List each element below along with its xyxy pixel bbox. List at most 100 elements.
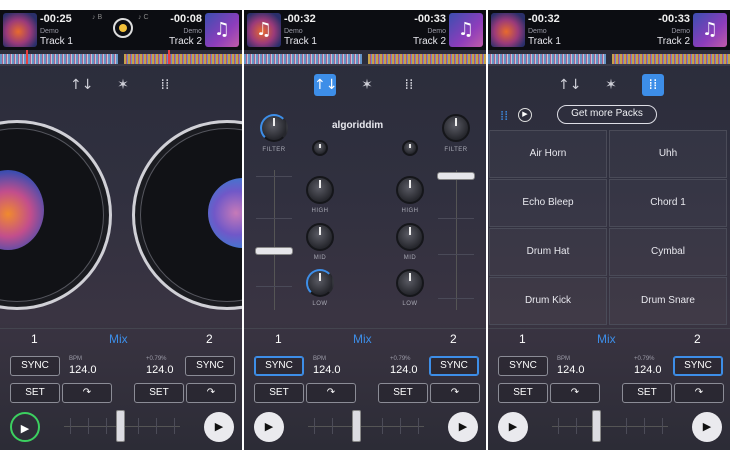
deck-2-time: -00:33 (414, 13, 446, 25)
volume-fader-deck-1[interactable] (256, 248, 292, 254)
track-2-artwork[interactable]: ♫ (449, 13, 483, 47)
cue-arrow-icon[interactable]: ↷ (186, 383, 236, 403)
sampler-pad[interactable]: Air Horn (489, 130, 607, 178)
bpm-value-deck-2[interactable]: 124.0 (146, 364, 174, 376)
set-cue-button-deck-2[interactable]: SET (134, 383, 184, 403)
cue-arrow-icon[interactable]: ↷ (674, 383, 724, 403)
play-icon[interactable]: ▶ (204, 412, 234, 442)
sync-button-deck-1[interactable]: SYNC (254, 356, 304, 376)
mix-label[interactable]: Mix (353, 332, 372, 346)
track-2-artwork[interactable]: ♫ (693, 13, 727, 47)
crossfader-tick (418, 418, 419, 434)
crossfader-handle[interactable] (352, 410, 361, 442)
waveform-deck-2[interactable] (124, 54, 242, 64)
set-cue-button-deck-1[interactable]: SET (10, 383, 60, 403)
bpm-label-deck-1: BPM (313, 356, 327, 362)
cue-arrow-icon[interactable]: ↷ (550, 383, 600, 403)
deck-1-time: -00:32 (528, 13, 560, 25)
deck-2-track: Track 2 (169, 36, 202, 47)
play-icon[interactable]: ▶ (448, 412, 478, 442)
bpm-value-deck-1[interactable]: 124.0 (69, 364, 97, 376)
set-cue-button-deck-2[interactable]: SET (378, 383, 428, 403)
crossfader-tick (382, 418, 383, 434)
high-knob-deck-2[interactable] (396, 176, 424, 204)
bpm-value-deck-2[interactable]: 124.0 (390, 364, 418, 376)
sync-button-deck-2[interactable]: SYNC (673, 356, 723, 376)
waveform-fx-icon[interactable]: ✶ (600, 74, 622, 96)
record-dot-icon[interactable] (113, 18, 133, 38)
eq-sliders-icon[interactable]: ↑↓ (314, 74, 337, 96)
sampler-pad[interactable]: Drum Snare (609, 277, 727, 325)
sync-button-deck-1[interactable]: SYNC (498, 356, 548, 376)
sync-button-deck-1[interactable]: SYNC (10, 356, 60, 376)
crossfader-tick (626, 418, 627, 434)
sampler-pad[interactable]: Echo Bleep (489, 179, 607, 227)
track-1-artwork[interactable]: ♫ (247, 13, 281, 47)
high-knob-deck-1[interactable] (306, 176, 334, 204)
deck-2-number: 2 (694, 332, 701, 346)
crossfader-handle[interactable] (116, 410, 125, 442)
mid-knob-deck-2[interactable] (396, 223, 424, 251)
waveform-deck-1[interactable] (488, 54, 606, 64)
sampler-pad[interactable]: Cymbal (609, 228, 727, 276)
sync-button-deck-2[interactable]: SYNC (429, 356, 479, 376)
sync-button-deck-2[interactable]: SYNC (185, 356, 235, 376)
bpm-label-deck-1: BPM (69, 356, 83, 362)
grid-icon[interactable]: ⁞⁞ (154, 74, 176, 96)
eq-sliders-icon[interactable]: ↑↓ (558, 74, 581, 96)
crossfader-tick (332, 418, 333, 434)
waveform-deck-2[interactable] (368, 54, 486, 64)
header-bar: -00:32 Demo Track 1 -00:33 Demo Track 2 … (488, 10, 730, 50)
sampler-pad[interactable]: Chord 1 (609, 179, 727, 227)
gain-knob-deck-1[interactable] (312, 140, 328, 156)
low-label-deck-1: LOW (312, 301, 328, 307)
grid-icon[interactable]: ⁞⁞ (398, 74, 420, 96)
set-cue-button-deck-1[interactable]: SET (254, 383, 304, 403)
track-1-artwork[interactable] (491, 13, 525, 47)
waveform-deck-2[interactable] (612, 54, 730, 64)
crossfader-track (552, 426, 668, 427)
bpm-value-deck-1[interactable]: 124.0 (557, 364, 585, 376)
mix-label[interactable]: Mix (109, 332, 128, 346)
play-icon[interactable]: ▶ (498, 412, 528, 442)
waveform-fx-icon[interactable]: ✶ (356, 74, 378, 96)
filter-knob-deck-1[interactable] (260, 114, 288, 142)
grid-icon[interactable]: ⁞⁞ (642, 74, 664, 96)
cue-arrow-icon[interactable]: ↷ (430, 383, 480, 403)
sampler-pad[interactable]: Drum Kick (489, 277, 607, 325)
fader-tick (438, 254, 474, 255)
play-icon[interactable]: ▶ (254, 412, 284, 442)
header-bar: -00:25 Demo Track 1 ♪ B ♪ C -00:08 Demo … (0, 10, 242, 50)
low-knob-deck-2[interactable] (396, 269, 424, 297)
waveform-fx-icon[interactable]: ✶ (112, 74, 134, 96)
eq-sliders-icon[interactable]: ↑↓ (70, 74, 93, 96)
play-icon[interactable]: ▶ (10, 412, 40, 442)
cue-arrow-icon[interactable]: ↷ (306, 383, 356, 403)
filter-knob-deck-2[interactable] (442, 114, 470, 142)
crossfader-tick (400, 418, 401, 434)
sampler-pad[interactable]: Drum Hat (489, 228, 607, 276)
track-2-artwork[interactable]: ♫ (205, 13, 239, 47)
deck-1-track: Track 1 (40, 36, 73, 47)
deck-2-time: -00:08 (170, 13, 202, 25)
pitch-offset-deck-2: +0.79% (634, 356, 655, 362)
bpm-value-deck-2[interactable]: 124.0 (634, 364, 662, 376)
low-knob-deck-1[interactable] (306, 269, 334, 297)
waveform-deck-1[interactable] (244, 54, 362, 64)
set-cue-button-deck-1[interactable]: SET (498, 383, 548, 403)
play-icon[interactable]: ▶ (692, 412, 722, 442)
volume-fader-deck-2[interactable] (438, 173, 474, 179)
sampler-pad[interactable]: Uhh (609, 130, 727, 178)
track-1-artwork[interactable] (3, 13, 37, 47)
get-more-packs-button[interactable]: Get more Packs (557, 105, 657, 124)
gain-knob-deck-2[interactable] (402, 140, 418, 156)
mix-label[interactable]: Mix (597, 332, 616, 346)
cue-arrow-icon[interactable]: ↷ (62, 383, 112, 403)
set-cue-button-deck-2[interactable]: SET (622, 383, 672, 403)
waveform-deck-1[interactable] (0, 54, 118, 64)
play-preview-icon[interactable]: ▶ (518, 108, 532, 122)
pack-grid-icon[interactable]: ⁞⁞ (500, 109, 508, 124)
mid-knob-deck-1[interactable] (306, 223, 334, 251)
bpm-value-deck-1[interactable]: 124.0 (313, 364, 341, 376)
crossfader-handle[interactable] (592, 410, 601, 442)
